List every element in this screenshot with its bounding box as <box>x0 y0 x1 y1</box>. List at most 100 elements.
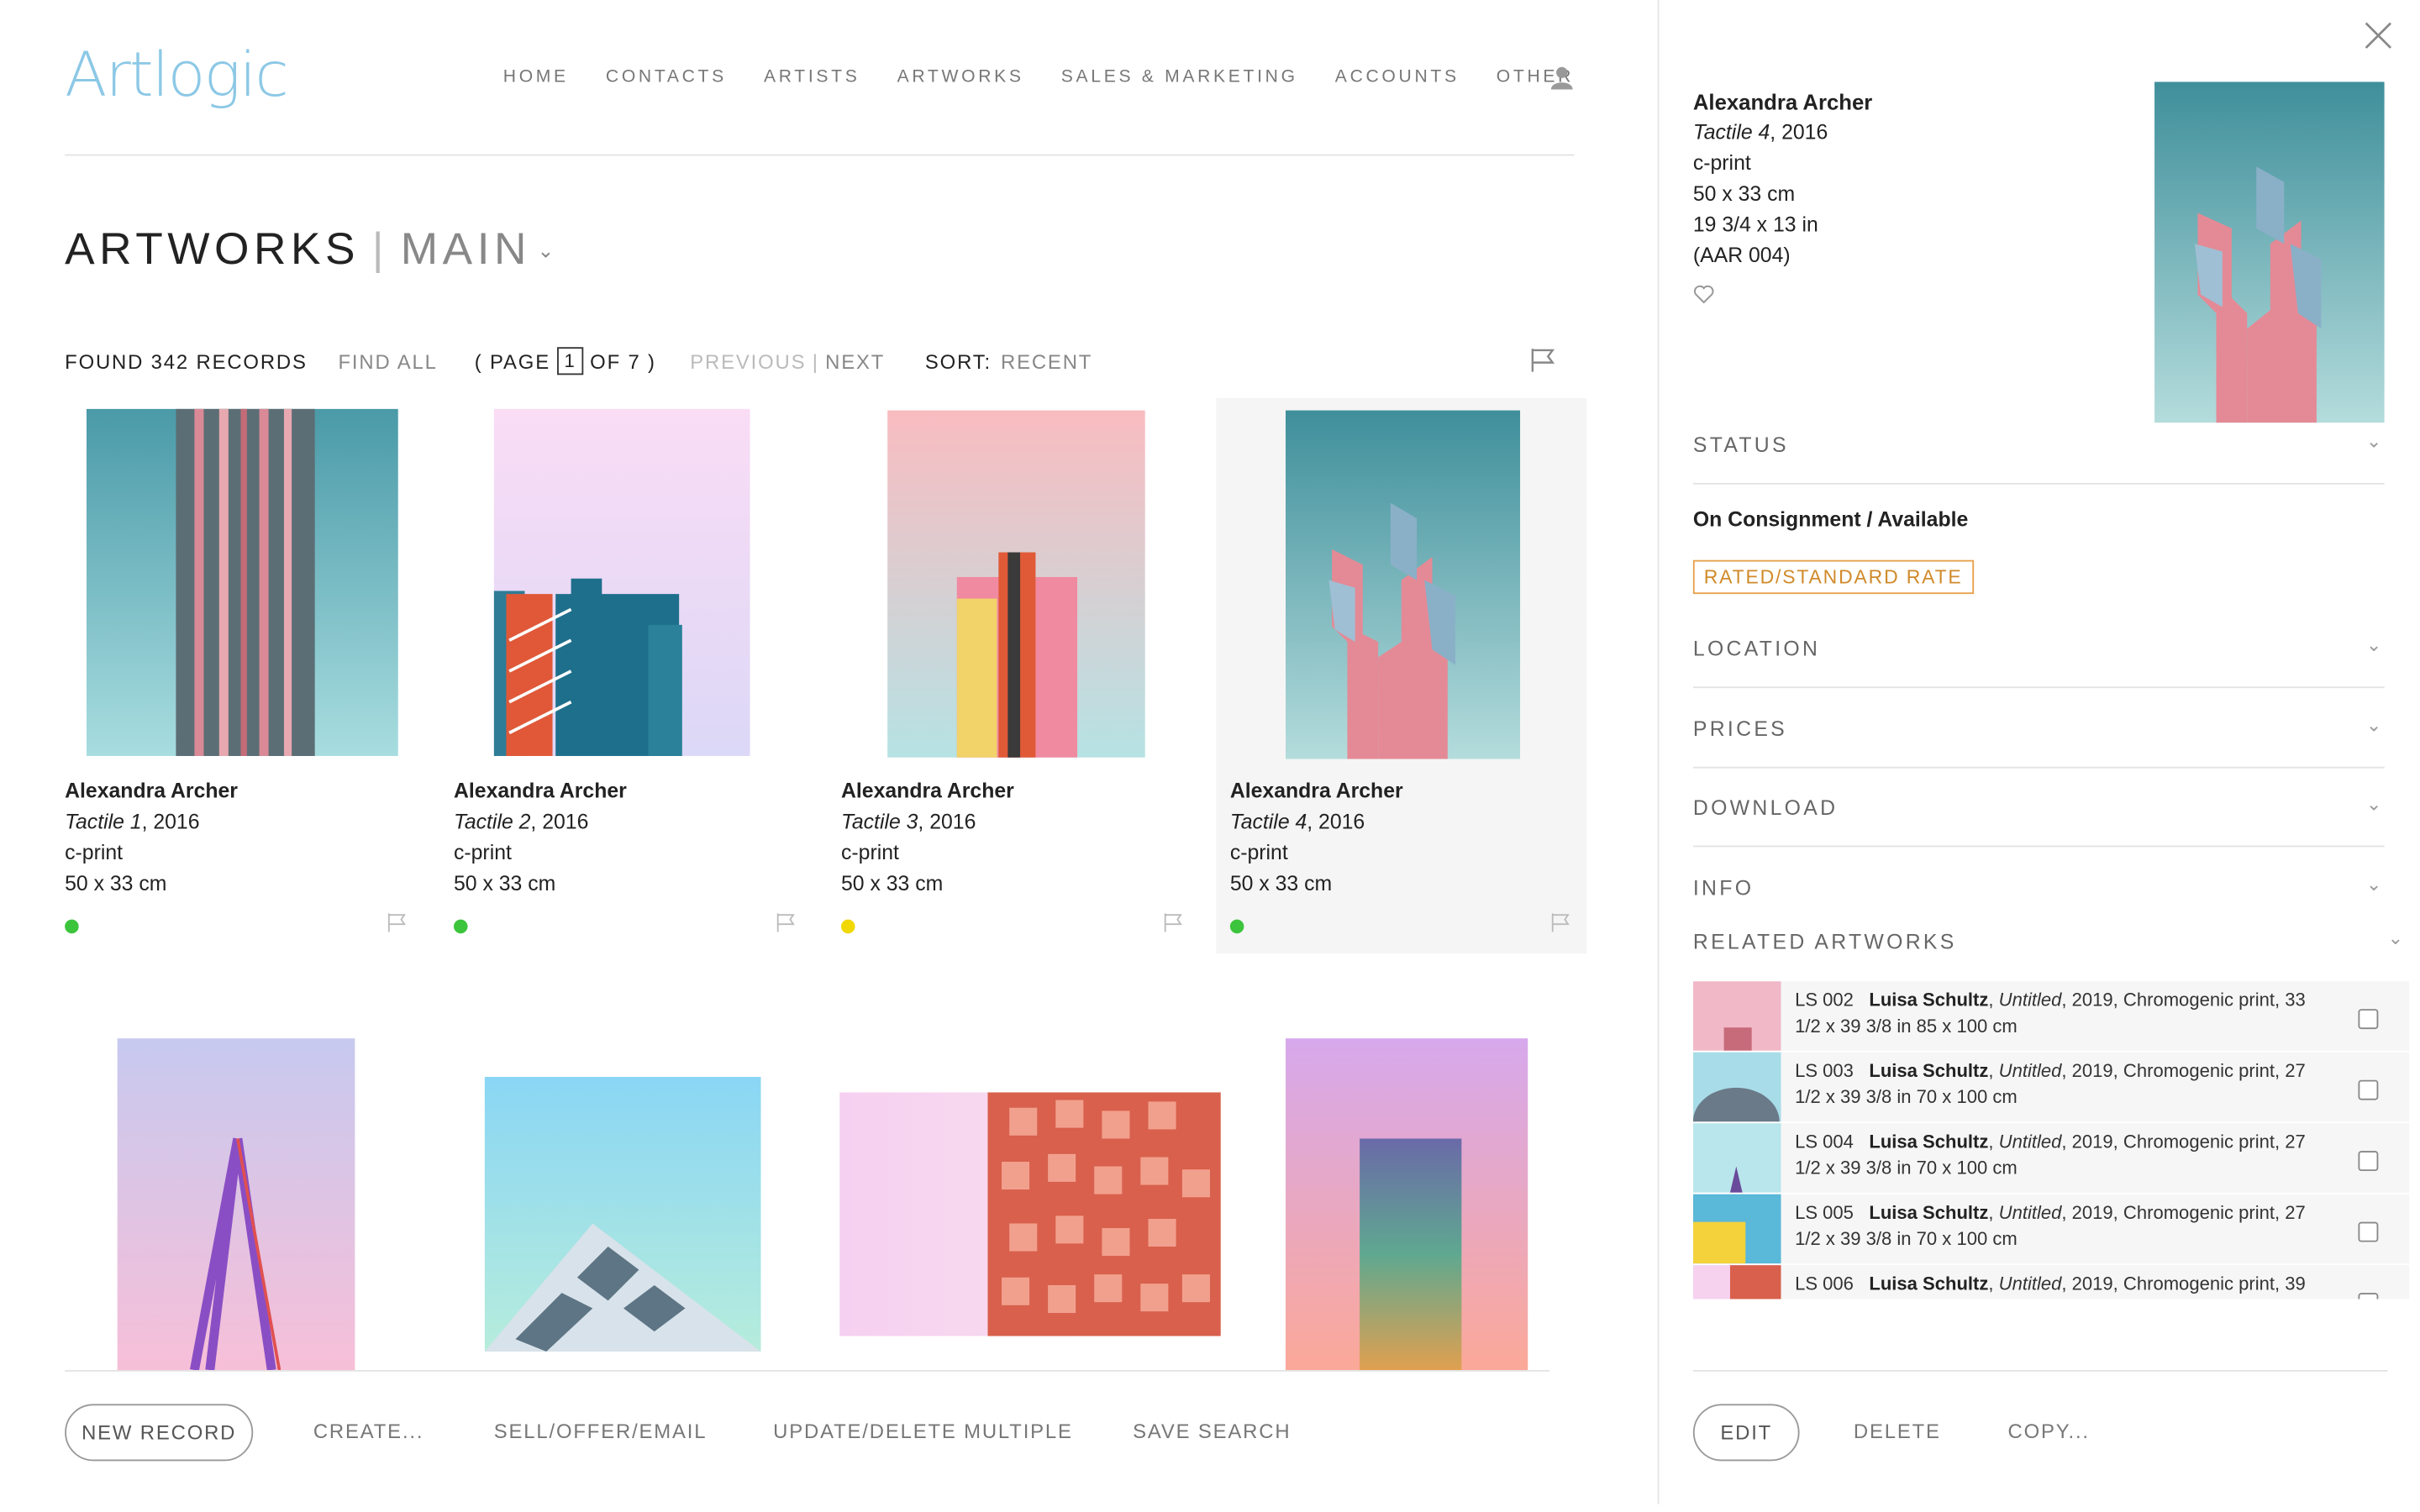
flag-icon[interactable] <box>386 911 408 933</box>
sort-selector[interactable]: RECENT <box>1001 349 1092 373</box>
related-row[interactable]: LS 004 Luisa Schultz, Untitled, 2019, Ch… <box>1692 1123 2410 1193</box>
nav-sales-marketing[interactable]: SALES & MARKETING <box>1061 68 1298 87</box>
related-row[interactable]: LS 005 Luisa Schultz, Untitled, 2019, Ch… <box>1692 1194 2410 1264</box>
detail-artwork-image[interactable] <box>2154 81 2385 423</box>
related-row[interactable]: LS 006 Luisa Schultz, Untitled, 2019, Ch… <box>1692 1265 2410 1299</box>
copy-button[interactable]: COPY... <box>2008 1420 2090 1443</box>
related-thumbnail[interactable] <box>1692 1052 1781 1122</box>
detail-size-in: 19 3/4 x 13 in <box>1692 213 1818 237</box>
status-section-header[interactable]: STATUS ⌄ <box>1692 430 2385 457</box>
artwork-medium: c-print <box>453 841 512 864</box>
sell-offer-email-button[interactable]: SELL/OFFER/EMAIL <box>494 1420 708 1443</box>
view-selector[interactable]: MAIN <box>401 225 531 275</box>
chevron-down-icon[interactable]: ⌄ <box>2366 874 2385 895</box>
related-details: , 2019, Chromogenic print, 39 <box>2061 1273 2306 1294</box>
status-dot <box>1229 919 1244 934</box>
related-checkbox[interactable] <box>2358 1079 2379 1100</box>
prices-section-header[interactable]: PRICES ⌄ <box>1693 714 2385 740</box>
artwork-card-selected[interactable]: Alexandra Archer Tactile 4, 2016 c-print… <box>1216 397 1587 954</box>
artist-name: Alexandra Archer <box>65 779 238 803</box>
save-search-button[interactable]: SAVE SEARCH <box>1133 1420 1291 1443</box>
next-link[interactable]: NEXT <box>825 349 885 373</box>
related-text: LS 003 Luisa Schultz, Untitled, 2019, Ch… <box>1795 1059 2306 1107</box>
download-section-header[interactable]: DOWNLOAD ⌄ <box>1693 793 2385 819</box>
delete-button[interactable]: DELETE <box>1854 1420 1941 1443</box>
artwork-image[interactable] <box>86 408 398 756</box>
section-divider <box>1692 845 2385 848</box>
related-artworks-list[interactable]: LS 002 Luisa Schultz, Untitled, 2019, Ch… <box>1692 981 2418 1299</box>
artwork-meta: Alexandra Archer Tactile 4, 2016 c-print… <box>1230 776 1403 900</box>
status-section-label: STATUS <box>1692 433 1789 457</box>
previous-link[interactable]: PREVIOUS <box>690 349 806 373</box>
artwork-title: Tactile 3 <box>841 810 918 833</box>
related-thumbnail[interactable] <box>1692 1194 1781 1264</box>
related-row[interactable]: LS 003 Luisa Schultz, Untitled, 2019, Ch… <box>1692 1052 2410 1122</box>
nav-contacts[interactable]: CONTACTS <box>606 68 727 87</box>
related-artist: Luisa Schultz <box>1869 989 1989 1011</box>
related-thumbnail[interactable] <box>1692 1265 1781 1299</box>
records-count: FOUND 342 RECORDS <box>65 349 308 373</box>
page-number-input[interactable]: 1 <box>556 347 584 375</box>
artwork-size: 50 x 33 cm <box>65 871 167 895</box>
related-text: LS 006 Luisa Schultz, Untitled, 2019, Ch… <box>1795 1273 2306 1294</box>
artwork-card[interactable]: Alexandra Archer Tactile 1, 2016 c-print… <box>65 398 435 953</box>
chevron-down-icon[interactable]: ⌄ <box>2366 714 2385 736</box>
edit-button[interactable]: EDIT <box>1692 1404 1800 1462</box>
close-icon[interactable] <box>2361 18 2395 52</box>
update-delete-multiple-button[interactable]: UPDATE/DELETE MULTIPLE <box>773 1420 1073 1443</box>
detail-artist: Alexandra Archer <box>1692 89 1873 114</box>
location-section-label: LOCATION <box>1692 637 1821 661</box>
flag-icon[interactable] <box>1549 911 1571 933</box>
related-checkbox[interactable] <box>2358 1293 2379 1299</box>
flag-icon[interactable] <box>1162 911 1184 933</box>
artlogic-logo[interactable]: Artlogic <box>65 40 289 111</box>
title-separator: | <box>371 225 389 275</box>
create-button[interactable]: CREATE... <box>313 1420 424 1443</box>
related-checkbox[interactable] <box>2358 1009 2379 1030</box>
location-section-header[interactable]: LOCATION ⌄ <box>1692 634 2385 661</box>
related-thumbnail[interactable] <box>1692 1123 1781 1193</box>
user-icon[interactable] <box>1549 65 1574 90</box>
panel-bottom-divider <box>1692 1369 2388 1372</box>
flag-icon[interactable] <box>1528 345 1555 373</box>
flag-icon[interactable] <box>775 911 797 933</box>
artist-name: Alexandra Archer <box>453 779 627 803</box>
artwork-image[interactable] <box>1285 1038 1528 1370</box>
chevron-down-icon[interactable]: ⌄ <box>2388 927 2407 949</box>
find-all-link[interactable]: FIND ALL <box>338 349 437 373</box>
nav-artworks[interactable]: ARTWORKS <box>897 68 1024 87</box>
related-section-header[interactable]: RELATED ARTWORKS ⌄ <box>1692 927 2407 954</box>
artwork-image[interactable] <box>839 1092 1221 1336</box>
artwork-image[interactable] <box>484 1077 761 1352</box>
chevron-down-icon[interactable]: ⌄ <box>2366 793 2385 815</box>
top-nav: HOME CONTACTS ARTISTS ARTWORKS SALES & M… <box>503 68 1611 87</box>
detail-medium: c-print <box>1692 150 1751 175</box>
related-artist: Luisa Schultz <box>1869 1201 1989 1224</box>
artwork-image[interactable] <box>493 408 750 756</box>
page-prefix: ( PAGE <box>474 349 550 373</box>
related-section-label: RELATED ARTWORKS <box>1692 930 1957 954</box>
related-code: LS 004 <box>1795 1131 1854 1153</box>
section-divider <box>1692 766 2385 769</box>
nav-accounts[interactable]: ACCOUNTS <box>1335 68 1460 87</box>
related-checkbox[interactable] <box>2358 1151 2379 1172</box>
chevron-down-icon[interactable]: ⌄ <box>2366 634 2385 656</box>
artwork-card[interactable]: Alexandra Archer Tactile 3, 2016 c-print… <box>841 398 1212 953</box>
artwork-image[interactable] <box>887 410 1145 758</box>
related-row[interactable]: LS 002 Luisa Schultz, Untitled, 2019, Ch… <box>1692 981 2410 1051</box>
artwork-card[interactable]: Alexandra Archer Tactile 2, 2016 c-print… <box>453 398 824 953</box>
related-checkbox[interactable] <box>2358 1221 2379 1242</box>
chevron-down-icon[interactable]: ⌄ <box>2366 430 2385 452</box>
info-section-header[interactable]: INFO ⌄ <box>1693 874 2385 900</box>
artwork-image[interactable] <box>117 1038 355 1370</box>
related-text: LS 002 Luisa Schultz, Untitled, 2019, Ch… <box>1795 989 2306 1037</box>
heart-icon[interactable] <box>1693 284 1715 306</box>
artwork-image[interactable] <box>1285 410 1521 759</box>
results-toolbar: FOUND 342 RECORDS FIND ALL ( PAGE 1 OF 7… <box>65 347 1092 375</box>
new-record-button[interactable]: NEW RECORD <box>65 1404 254 1462</box>
nav-home[interactable]: HOME <box>503 68 569 87</box>
related-title: Untitled <box>1998 1059 2062 1082</box>
related-thumbnail[interactable] <box>1692 981 1781 1051</box>
nav-artists[interactable]: ARTISTS <box>764 68 860 87</box>
chevron-down-icon[interactable]: ⌄ <box>537 239 559 264</box>
